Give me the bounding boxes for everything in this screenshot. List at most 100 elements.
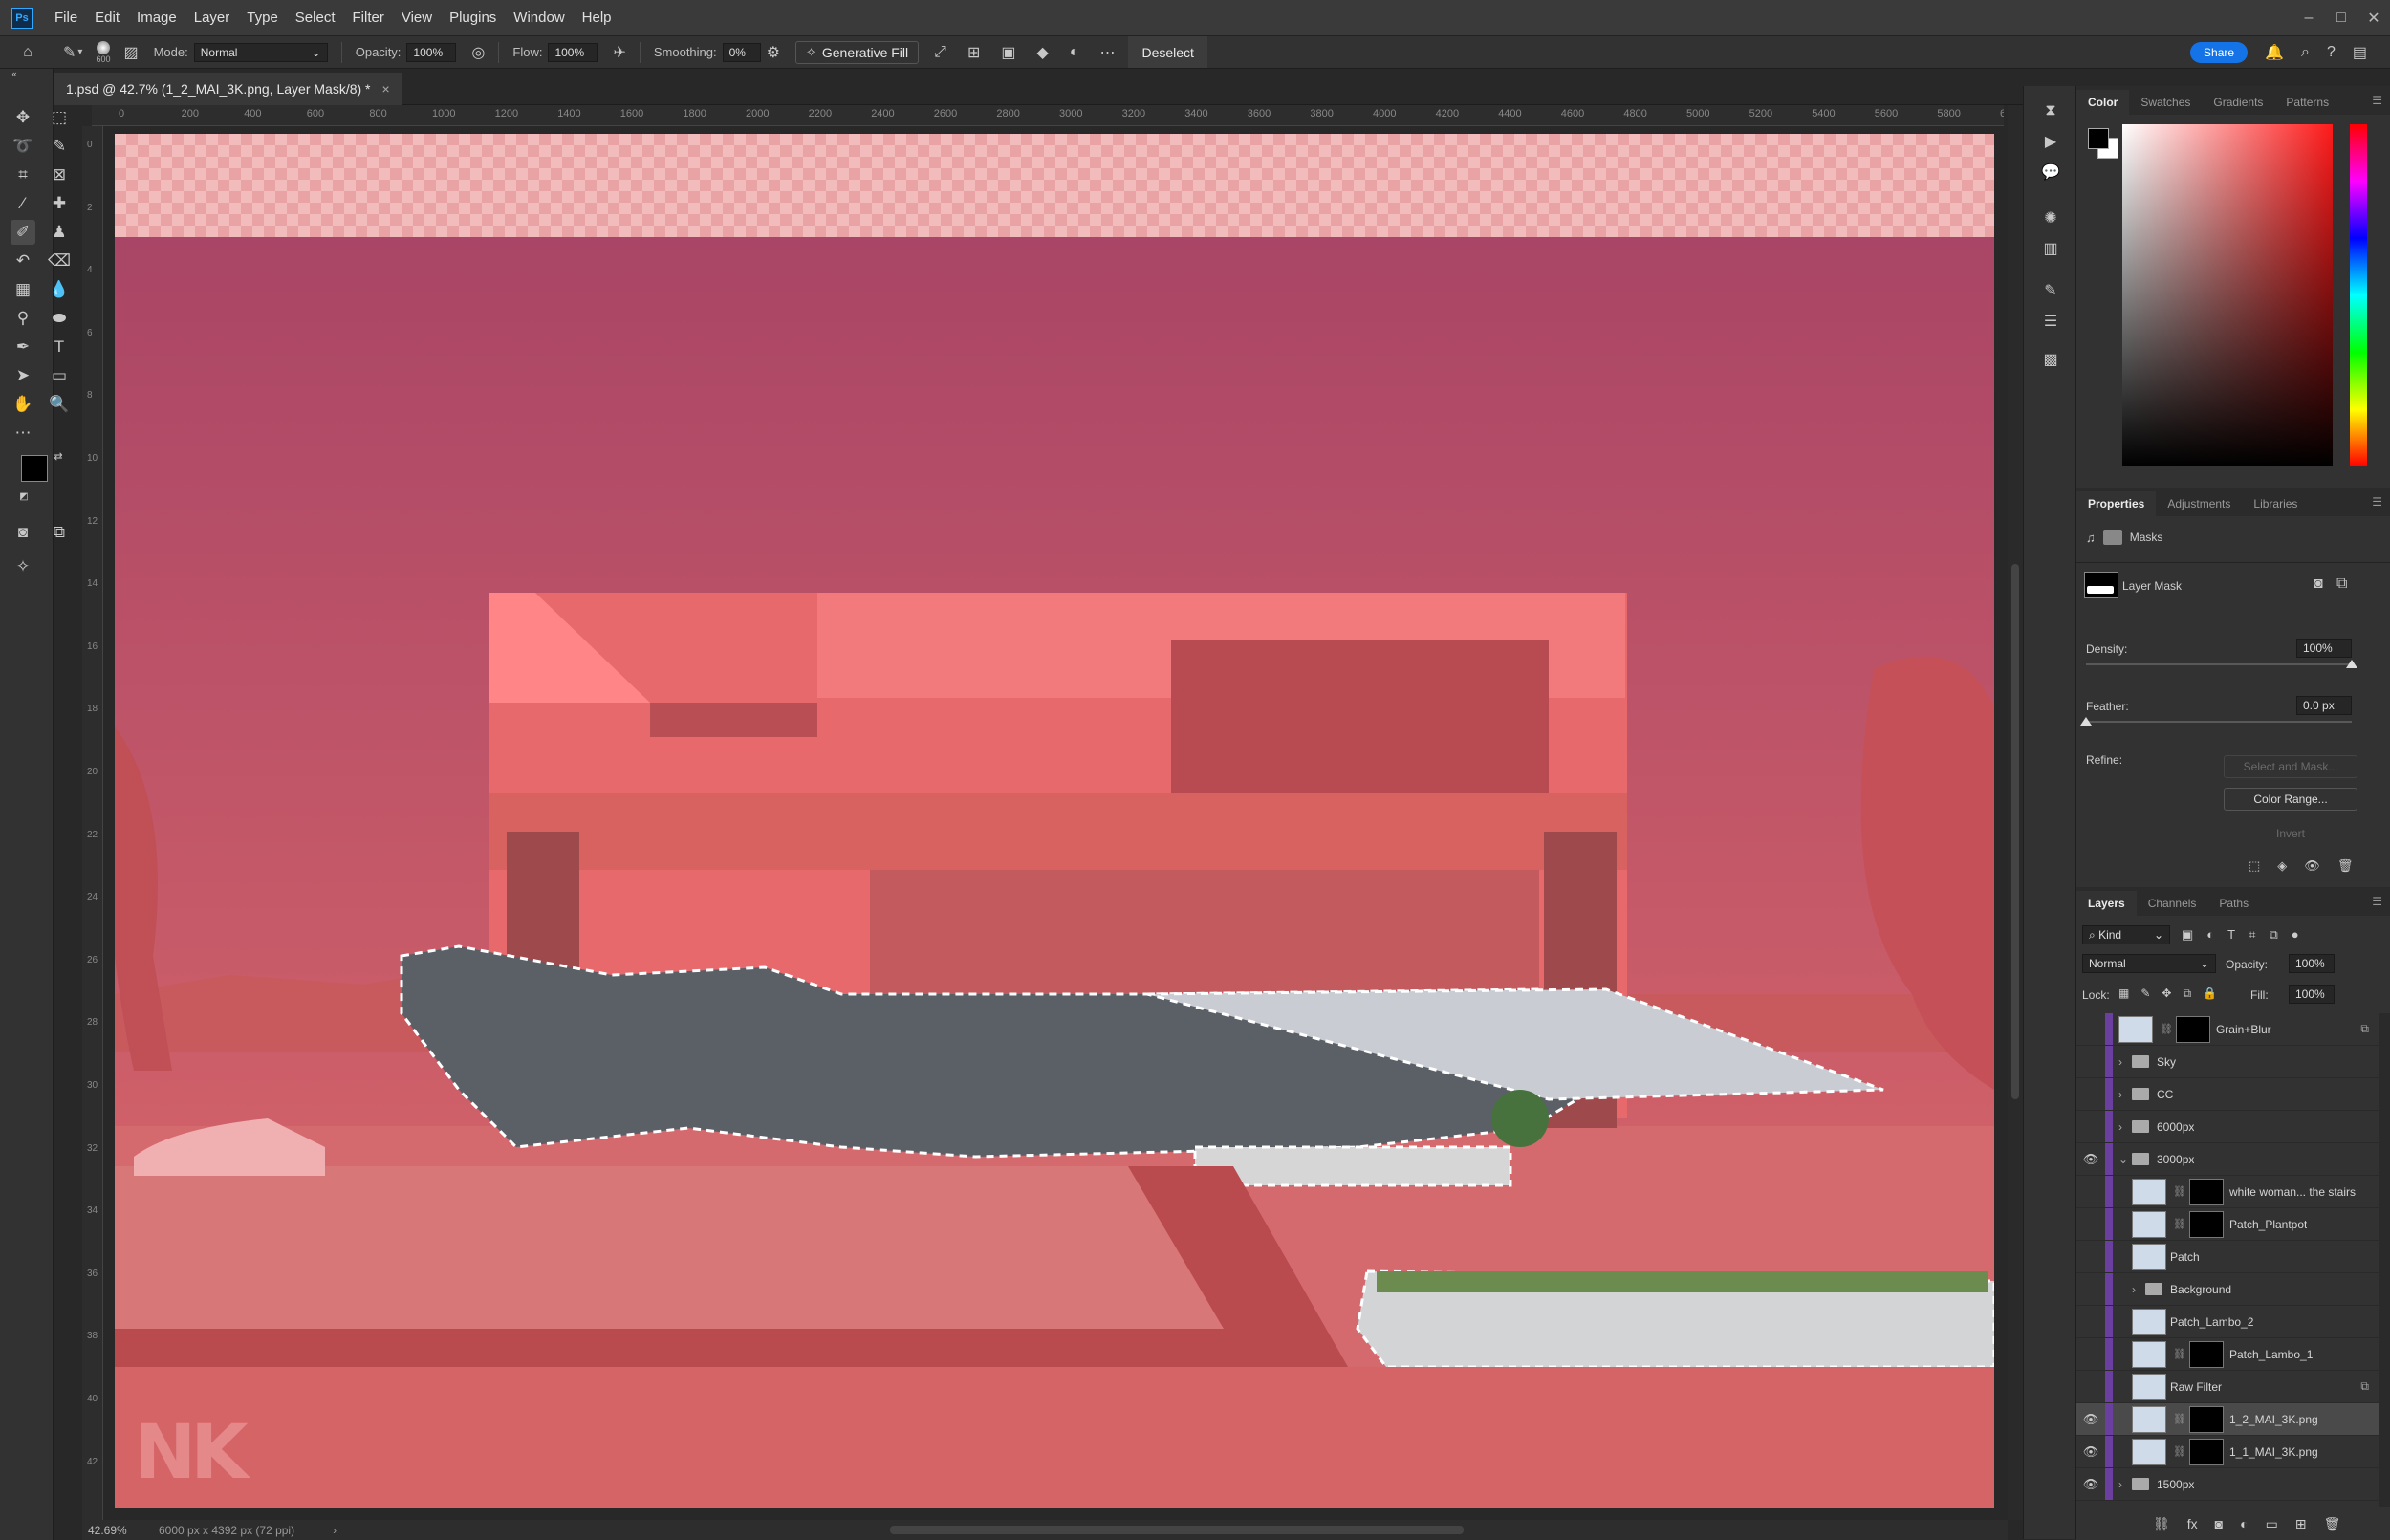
smudge-tool-icon[interactable]: ⬬ xyxy=(47,306,72,331)
tab-patterns[interactable]: Patterns xyxy=(2274,90,2340,115)
lasso-tool-icon[interactable]: ➰ xyxy=(11,134,35,159)
menu-select[interactable]: Select xyxy=(287,10,344,26)
layer-filter-kind[interactable]: ⌕ Kind ⌄ xyxy=(2082,925,2170,944)
menu-edit[interactable]: Edit xyxy=(86,10,128,26)
layer-row[interactable]: ⛓ Patch_Plantpot xyxy=(2076,1208,2379,1241)
pixel-filter-icon[interactable]: ▣ xyxy=(2182,927,2193,943)
swap-colors-icon[interactable]: ⇄ xyxy=(52,449,65,463)
color-range-button[interactable]: Color Range... xyxy=(2224,788,2357,811)
visibility-eye-icon[interactable]: 👁 xyxy=(2076,1412,2105,1427)
airbrush-icon[interactable]: ✈ xyxy=(613,43,625,62)
marquee-tool-icon[interactable]: ⬚ xyxy=(47,105,72,130)
collapse-icon[interactable]: « xyxy=(2,69,27,78)
type-filter-icon[interactable]: T xyxy=(2227,927,2235,943)
hand-tool-icon[interactable]: ✋ xyxy=(11,392,35,417)
dodge-tool-icon[interactable]: ⚲ xyxy=(11,306,35,331)
screen-mode-icon[interactable]: ⧉ xyxy=(47,520,72,545)
delete-mask-icon[interactable]: 🗑 xyxy=(2337,858,2354,874)
group-expand-icon[interactable]: › xyxy=(2132,1283,2143,1296)
mask-link-icon[interactable]: ⛓ xyxy=(2173,1413,2186,1425)
layer-row[interactable]: Raw Filter ⧉ xyxy=(2076,1371,2379,1403)
layer-row[interactable]: 👁 › 1500px xyxy=(2076,1468,2379,1501)
type-tool-icon[interactable]: T xyxy=(47,335,72,359)
brushes-panel-icon[interactable]: ▥ xyxy=(2037,235,2064,262)
gradient-tool-icon[interactable]: ▦ xyxy=(11,277,35,302)
lock-artboard-icon[interactable]: ⧉ xyxy=(2183,987,2191,1001)
pressure-opacity-icon[interactable]: ◎ xyxy=(471,43,485,62)
clone-stamp-tool-icon[interactable]: ♟ xyxy=(47,220,72,245)
brush-preset-picker[interactable]: 600 xyxy=(90,36,116,68)
adjustment-selection-icon[interactable]: ◐ xyxy=(1070,44,1079,61)
color-field[interactable] xyxy=(2122,124,2333,466)
add-mask-icon[interactable]: ◙ xyxy=(2215,1516,2223,1532)
tab-properties[interactable]: Properties xyxy=(2076,491,2157,516)
pen-tool-icon[interactable]: ✒ xyxy=(11,335,35,359)
layer-row[interactable]: 👁 ⛓ 1_2_MAI_3K.png xyxy=(2076,1403,2379,1436)
group-expand-icon[interactable]: ⌄ xyxy=(2118,1153,2130,1166)
vertical-scrollbar[interactable] xyxy=(2008,105,2023,1520)
tab-color[interactable]: Color xyxy=(2076,90,2130,115)
fill-input[interactable]: 100% xyxy=(2289,985,2335,1004)
layer-row[interactable]: ⛓ Patch_Lambo_1 xyxy=(2076,1338,2379,1371)
zoom-level[interactable]: 42.69% xyxy=(82,1524,140,1537)
maximize-button[interactable]: □ xyxy=(2325,10,2357,27)
layers-scrollbar[interactable] xyxy=(2379,1013,2390,1507)
layer-mask-thumbnail[interactable] xyxy=(2188,1178,2224,1205)
bell-icon[interactable]: 🔔 xyxy=(2265,43,2284,62)
mask-link-icon[interactable]: ⛓ xyxy=(2173,1185,2186,1198)
blend-mode-select[interactable]: Normal ⌄ xyxy=(2082,954,2216,973)
document-canvas[interactable]: NK xyxy=(115,134,1994,1508)
help-icon[interactable]: ? xyxy=(2327,44,2336,61)
lock-image-icon[interactable]: ✎ xyxy=(2140,987,2150,1001)
search-icon[interactable]: ⌕ xyxy=(2301,44,2310,61)
eyedropper-tool-icon[interactable]: ⁄ xyxy=(11,191,35,216)
lock-all-icon[interactable]: 🔒 xyxy=(2203,987,2217,1001)
visibility-eye-icon[interactable]: 👁 xyxy=(2076,1477,2105,1492)
layer-mask-thumbnail[interactable] xyxy=(2188,1405,2224,1433)
home-button[interactable]: ⌂ xyxy=(0,36,55,68)
eraser-tool-icon[interactable]: ⌫ xyxy=(47,249,72,273)
minimize-button[interactable]: – xyxy=(2292,10,2325,27)
density-slider-thumb[interactable] xyxy=(2346,660,2357,668)
layer-row[interactable]: › CC xyxy=(2076,1078,2379,1111)
menu-help[interactable]: Help xyxy=(574,10,620,26)
group-expand-icon[interactable]: › xyxy=(2118,1088,2130,1101)
mask-link-icon[interactable]: ⛓ xyxy=(2173,1218,2186,1230)
properties-menu-icon[interactable]: ☰ xyxy=(2372,495,2382,509)
actions-panel-icon[interactable]: ▶ xyxy=(2037,128,2064,155)
smart-object-filter-icon[interactable]: ⧉ xyxy=(2269,927,2277,943)
history-panel-icon[interactable]: ⧗ xyxy=(2037,98,2064,124)
density-slider[interactable] xyxy=(2086,663,2352,665)
smoothing-settings-icon[interactable]: ⚙ xyxy=(767,43,780,62)
close-document-icon[interactable]: × xyxy=(382,81,390,97)
more-options-icon[interactable]: ⋯ xyxy=(1099,43,1115,62)
visibility-eye-icon[interactable]: 👁 xyxy=(2076,1444,2105,1460)
history-brush-tool-icon[interactable]: ↶ xyxy=(11,249,35,273)
tab-libraries[interactable]: Libraries xyxy=(2242,491,2309,516)
smoothing-input[interactable]: 0% xyxy=(722,42,761,62)
status-menu-arrow-icon[interactable]: › xyxy=(333,1524,337,1537)
new-adjustment-icon[interactable]: ◐ xyxy=(2240,1516,2248,1532)
group-expand-icon[interactable]: › xyxy=(2118,1055,2130,1069)
layers-menu-icon[interactable]: ☰ xyxy=(2372,895,2382,908)
mask-link-icon[interactable]: ⛓ xyxy=(2173,1348,2186,1360)
feather-slider-thumb[interactable] xyxy=(2080,717,2092,726)
tool-preset-picker[interactable]: ✎ ▾ xyxy=(55,36,90,68)
tab-adjustments[interactable]: Adjustments xyxy=(2156,491,2242,516)
layer-row[interactable]: › Sky xyxy=(2076,1046,2379,1078)
brush-settings-toggle[interactable]: ▨ xyxy=(116,36,145,68)
frame-tool-icon[interactable]: ⊠ xyxy=(47,163,72,187)
layer-row[interactable]: Patch_Lambo_2 xyxy=(2076,1306,2379,1338)
brush-tool-icon[interactable]: ✐ xyxy=(11,220,35,245)
tab-channels[interactable]: Channels xyxy=(2137,891,2208,916)
layer-row[interactable]: ⛓ Grain+Blur ⧉ xyxy=(2076,1013,2379,1046)
workspace-icon[interactable]: ▤ xyxy=(2353,43,2367,62)
group-expand-icon[interactable]: › xyxy=(2118,1478,2130,1491)
lock-position-icon[interactable]: ✥ xyxy=(2162,987,2171,1001)
default-colors-icon[interactable]: ◩ xyxy=(17,489,31,503)
layer-row[interactable]: › Background xyxy=(2076,1273,2379,1306)
layer-row[interactable]: 👁 ⌄ 3000px xyxy=(2076,1143,2379,1176)
healing-brush-tool-icon[interactable]: ✚ xyxy=(47,191,72,216)
apply-mask-icon[interactable]: ◈ xyxy=(2277,858,2287,874)
mask-link-icon[interactable]: ⛓ xyxy=(2160,1023,2173,1035)
